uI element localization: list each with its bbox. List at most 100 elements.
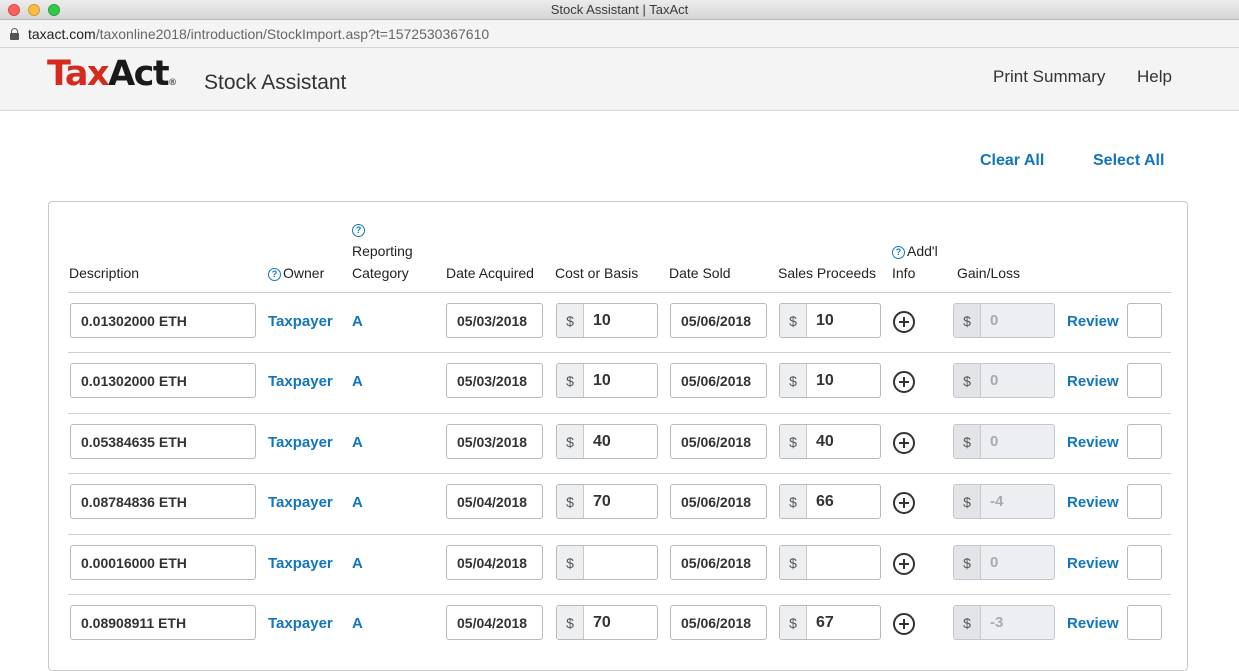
url-path: /taxonline2018/introduction/StockImport.… <box>95 25 490 42</box>
clear-all-link[interactable]: Clear All <box>980 152 1044 170</box>
gain-loss-value: 0 <box>990 554 999 571</box>
date-acquired-field[interactable]: 05/04/2018 <box>446 484 543 519</box>
stock-transactions-table: Description ? Owner ? Reporting Category … <box>48 201 1188 671</box>
sales-proceeds-field[interactable]: $ 40 <box>779 424 881 459</box>
col-sales-proceeds-header: Sales Proceeds <box>778 265 877 281</box>
reporting-category-link[interactable]: A <box>352 555 363 572</box>
window-title: Stock Assistant | TaxAct <box>550 2 689 17</box>
review-link[interactable]: Review <box>1067 373 1119 390</box>
sales-proceeds-field[interactable]: $ 66 <box>779 484 881 519</box>
help-icon[interactable]: ? <box>352 224 365 237</box>
add-info-plus-icon[interactable] <box>893 553 915 575</box>
description-field[interactable]: 0.08908911 ETH <box>70 605 256 640</box>
gain-loss-value: 0 <box>990 312 999 329</box>
col-cost-basis-header: Cost or Basis <box>555 265 639 281</box>
sales-proceeds-field[interactable]: $ 10 <box>779 303 881 338</box>
review-link[interactable]: Review <box>1067 434 1119 451</box>
reporting-category-link[interactable]: A <box>352 434 363 451</box>
date-sold-field[interactable]: 05/06/2018 <box>670 303 767 338</box>
review-link[interactable]: Review <box>1067 555 1119 572</box>
print-summary-link[interactable]: Print Summary <box>993 67 1105 87</box>
help-icon[interactable]: ? <box>268 268 281 281</box>
row-select-checkbox[interactable] <box>1127 363 1162 398</box>
description-field[interactable]: 0.01302000 ETH <box>70 303 256 338</box>
row-select-checkbox[interactable] <box>1127 484 1162 519</box>
cost-basis-field[interactable]: $ <box>556 545 658 580</box>
gain-loss-field: $ -4 <box>953 484 1055 519</box>
sales-proceeds-value: 66 <box>816 492 834 510</box>
sales-proceeds-field[interactable]: $ 67 <box>779 605 881 640</box>
address-bar[interactable]: taxact.com/taxonline2018/introduction/St… <box>0 20 1239 48</box>
cost-basis-field[interactable]: $ 10 <box>556 363 658 398</box>
date-sold-field[interactable]: 05/06/2018 <box>670 605 767 640</box>
currency-symbol: $ <box>780 546 807 579</box>
description-field[interactable]: 0.00016000 ETH <box>70 545 256 580</box>
date-sold-field[interactable]: 05/06/2018 <box>670 484 767 519</box>
date-sold-field[interactable]: 05/06/2018 <box>670 363 767 398</box>
description-field[interactable]: 0.01302000 ETH <box>70 363 256 398</box>
col-reporting-category-header: ? Reporting Category <box>352 224 413 281</box>
reporting-category-link[interactable]: A <box>352 494 363 511</box>
cost-basis-field[interactable]: $ 10 <box>556 303 658 338</box>
owner-link[interactable]: Taxpayer <box>268 555 333 572</box>
currency-symbol: $ <box>954 304 981 337</box>
owner-link[interactable]: Taxpayer <box>268 494 333 511</box>
review-link[interactable]: Review <box>1067 313 1119 330</box>
app-header: TaxAct® Stock Assistant Print Summary He… <box>0 48 1239 111</box>
url-host: taxact.com <box>28 25 96 42</box>
cost-basis-value: 10 <box>593 311 611 329</box>
row-select-checkbox[interactable] <box>1127 605 1162 640</box>
sales-proceeds-field[interactable]: $ <box>779 545 881 580</box>
cost-basis-value: 40 <box>593 432 611 450</box>
date-acquired-field[interactable]: 05/04/2018 <box>446 545 543 580</box>
review-link[interactable]: Review <box>1067 494 1119 511</box>
cost-basis-value: 10 <box>593 371 611 389</box>
add-info-plus-icon[interactable] <box>893 432 915 454</box>
review-link[interactable]: Review <box>1067 615 1119 632</box>
description-field[interactable]: 0.05384635 ETH <box>70 424 256 459</box>
owner-link[interactable]: Taxpayer <box>268 615 333 632</box>
currency-symbol: $ <box>954 485 981 518</box>
help-icon[interactable]: ? <box>892 246 905 259</box>
add-info-plus-icon[interactable] <box>893 492 915 514</box>
date-acquired-field[interactable]: 05/03/2018 <box>446 424 543 459</box>
table-row: 0.00016000 ETH Taxpayer A 05/04/2018 $ 0… <box>68 534 1171 595</box>
reporting-category-link[interactable]: A <box>352 313 363 330</box>
sales-proceeds-value: 10 <box>816 311 834 329</box>
select-all-link[interactable]: Select All <box>1093 152 1164 170</box>
description-field[interactable]: 0.08784836 ETH <box>70 484 256 519</box>
sales-proceeds-value <box>807 546 816 579</box>
row-select-checkbox[interactable] <box>1127 303 1162 338</box>
add-info-plus-icon[interactable] <box>893 311 915 333</box>
currency-symbol: $ <box>780 425 807 458</box>
sales-proceeds-field[interactable]: $ 10 <box>779 363 881 398</box>
cost-basis-value <box>584 546 593 579</box>
date-acquired-field[interactable]: 05/03/2018 <box>446 303 543 338</box>
cost-basis-field[interactable]: $ 70 <box>556 605 658 640</box>
currency-symbol: $ <box>954 546 981 579</box>
cost-basis-value: 70 <box>593 492 611 510</box>
owner-link[interactable]: Taxpayer <box>268 434 333 451</box>
reporting-category-link[interactable]: A <box>352 615 363 632</box>
row-select-checkbox[interactable] <box>1127 545 1162 580</box>
currency-symbol: $ <box>780 304 807 337</box>
currency-symbol: $ <box>557 425 584 458</box>
add-info-plus-icon[interactable] <box>893 371 915 393</box>
cost-basis-field[interactable]: $ 70 <box>556 484 658 519</box>
gain-loss-value: -4 <box>990 493 1004 510</box>
owner-link[interactable]: Taxpayer <box>268 373 333 390</box>
date-sold-field[interactable]: 05/06/2018 <box>670 424 767 459</box>
reporting-category-link[interactable]: A <box>352 373 363 390</box>
sales-proceeds-value: 10 <box>816 371 834 389</box>
product-name: Stock Assistant <box>204 71 347 94</box>
taxact-logo[interactable]: TaxAct® <box>47 57 177 92</box>
date-acquired-field[interactable]: 05/03/2018 <box>446 363 543 398</box>
currency-symbol: $ <box>780 364 807 397</box>
row-select-checkbox[interactable] <box>1127 424 1162 459</box>
help-link[interactable]: Help <box>1137 67 1172 87</box>
add-info-plus-icon[interactable] <box>893 613 915 635</box>
cost-basis-field[interactable]: $ 40 <box>556 424 658 459</box>
owner-link[interactable]: Taxpayer <box>268 313 333 330</box>
date-acquired-field[interactable]: 05/04/2018 <box>446 605 543 640</box>
date-sold-field[interactable]: 05/06/2018 <box>670 545 767 580</box>
